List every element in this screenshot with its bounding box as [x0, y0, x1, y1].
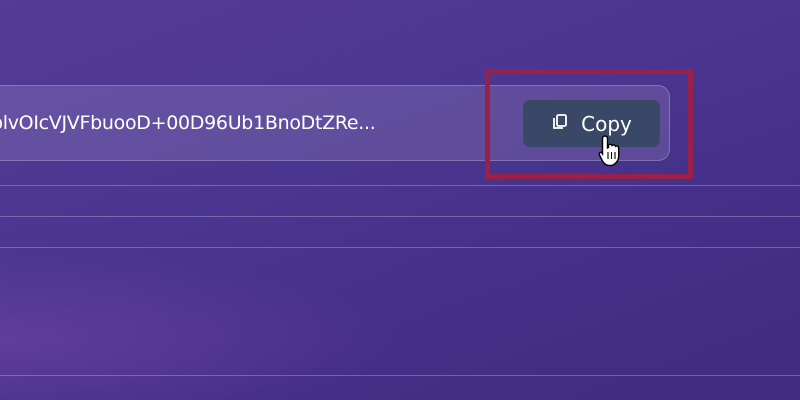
- divider: [0, 216, 800, 217]
- token-value: blvOIcVJVFbuooD+00D96Ub1BnoDtZRe...: [0, 112, 376, 134]
- divider: [0, 185, 800, 186]
- hand-pointer-icon: [598, 134, 624, 172]
- background-glow: [0, 250, 400, 400]
- divider: [0, 247, 800, 248]
- divider: [0, 375, 800, 376]
- highlight-box: [485, 69, 693, 179]
